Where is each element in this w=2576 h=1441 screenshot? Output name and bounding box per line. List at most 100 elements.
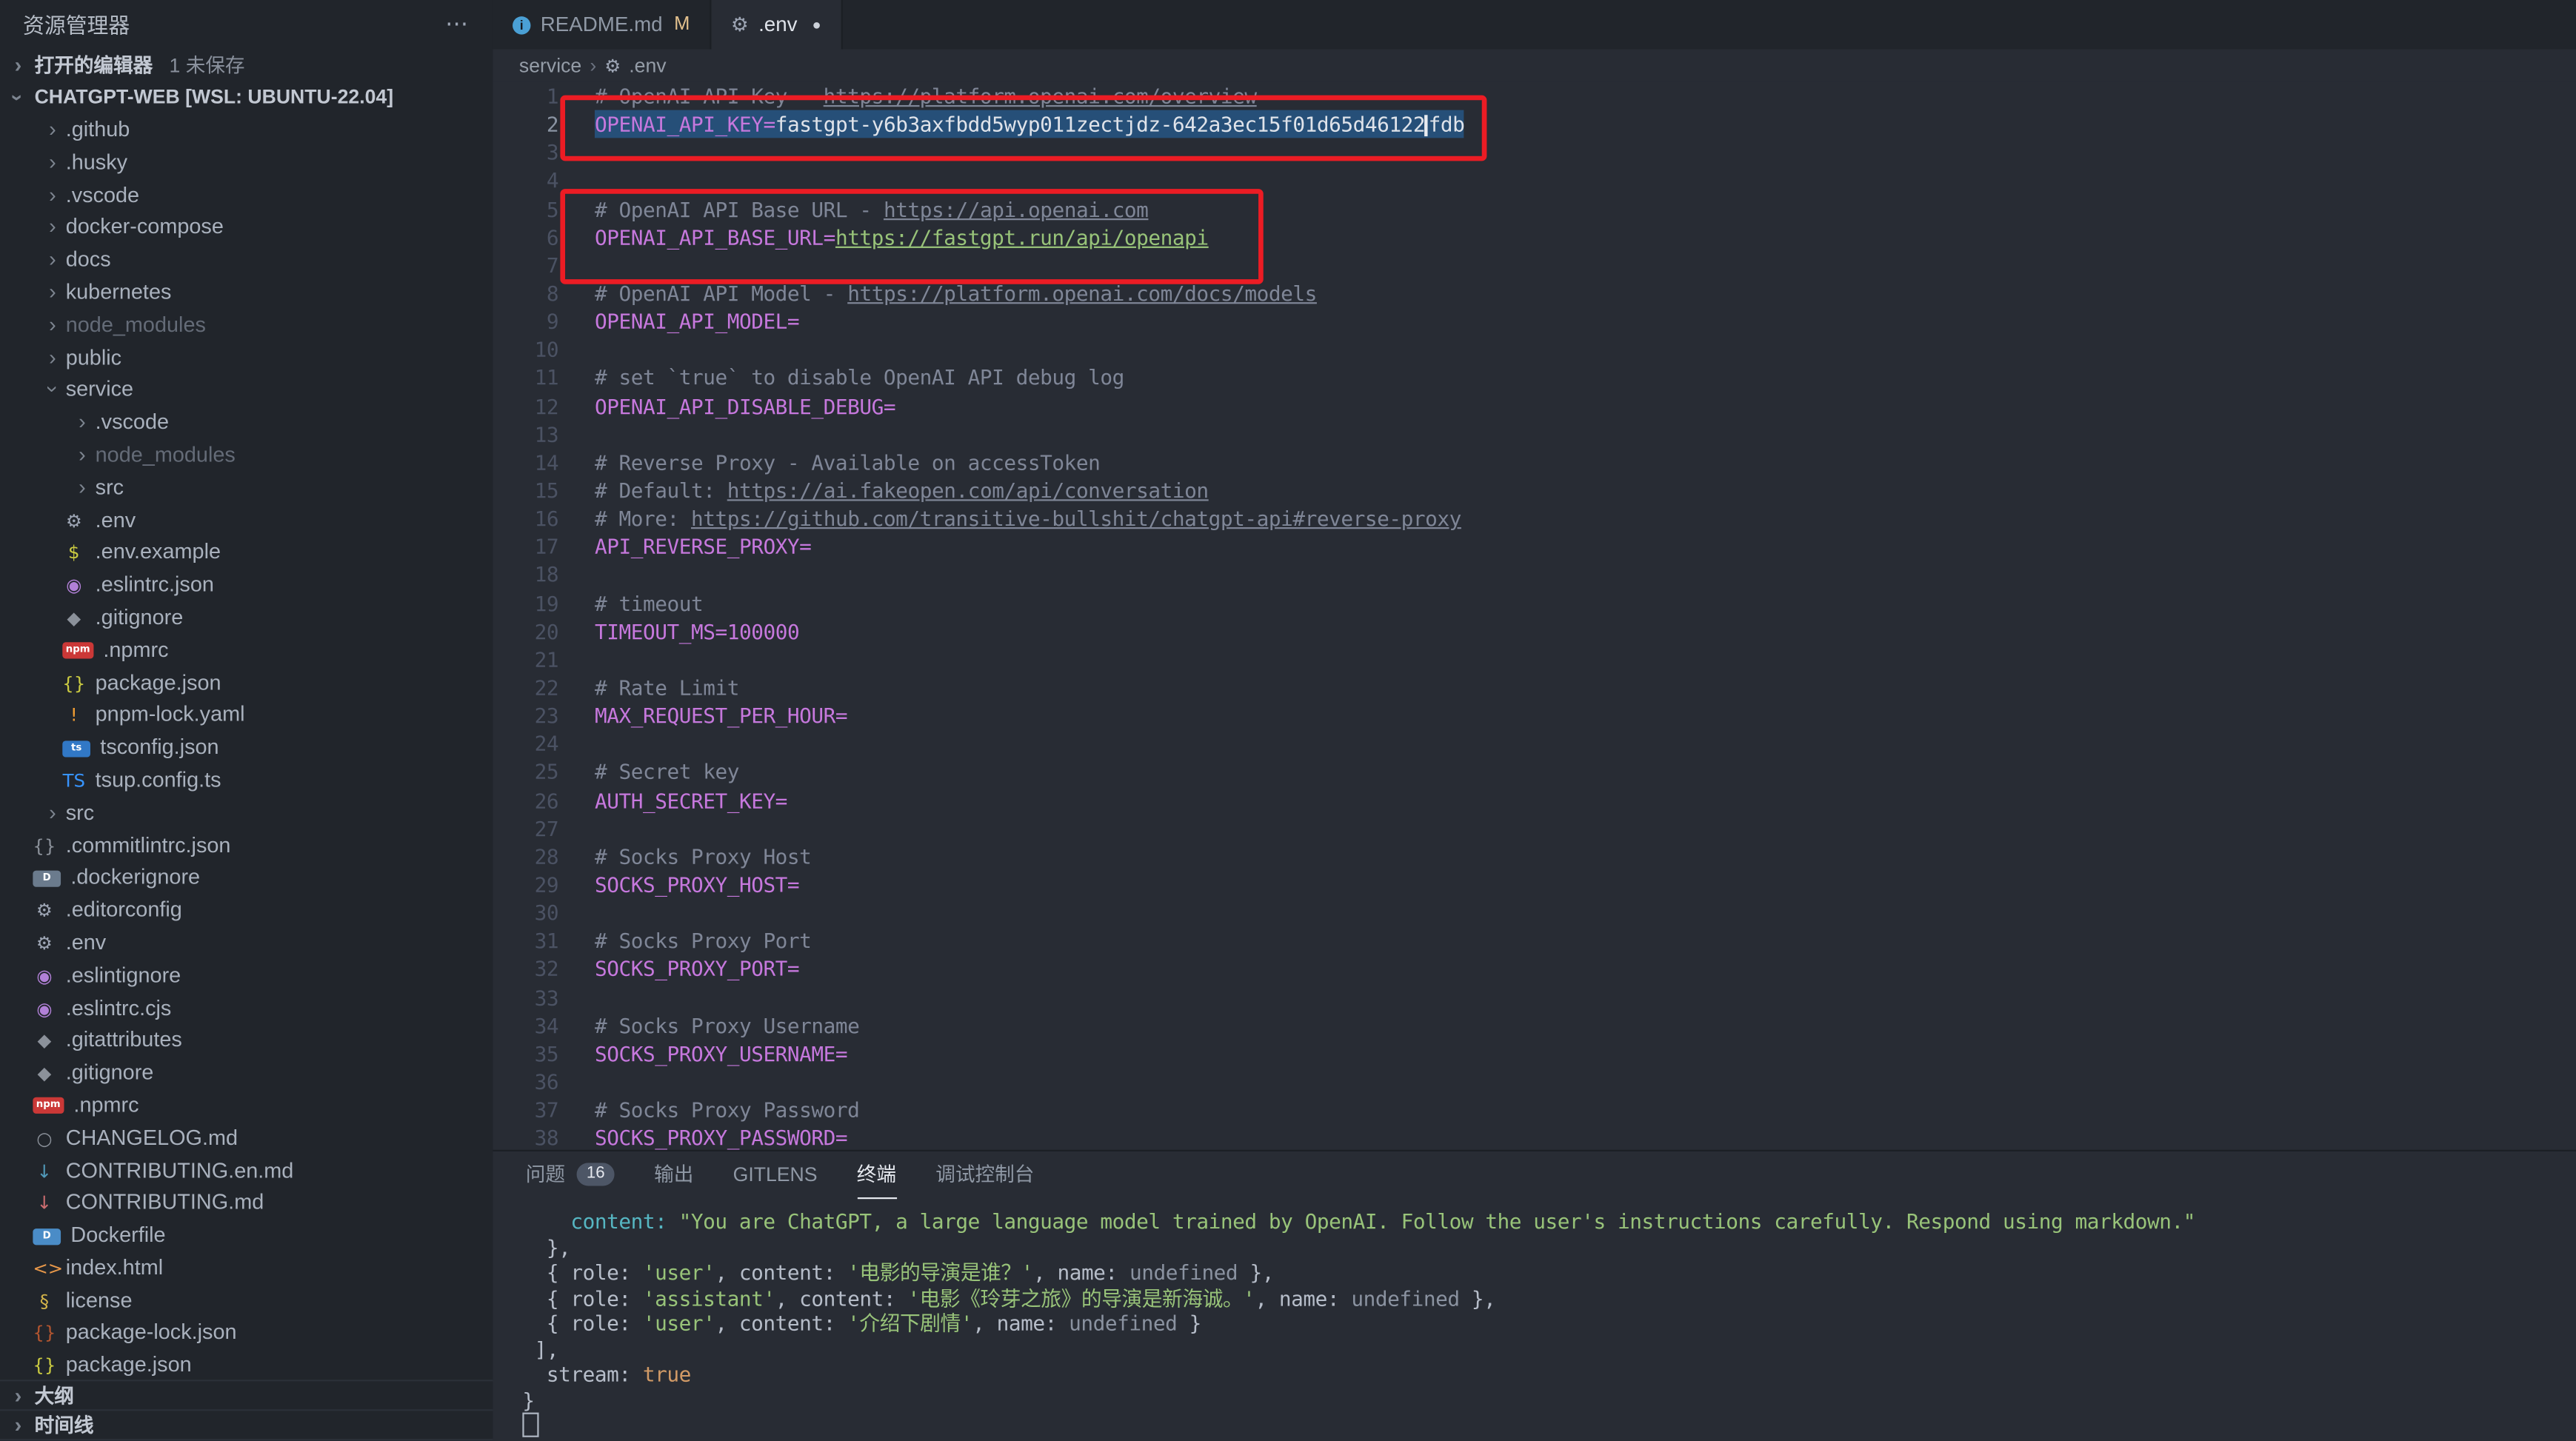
code-line[interactable]: 20TIMEOUT_MS=100000 — [493, 617, 2576, 645]
code-line[interactable]: 16# More: https://github.com/transitive-… — [493, 504, 2576, 532]
tree-item-public[interactable]: ›public — [0, 341, 493, 373]
code-line[interactable]: 33 — [493, 983, 2576, 1012]
tree-item-contributing-md[interactable]: ↓CONTRIBUTING.md — [0, 1186, 493, 1219]
code-line[interactable]: 27 — [493, 814, 2576, 842]
code-line[interactable]: 7 — [493, 251, 2576, 279]
code-line[interactable]: 18 — [493, 561, 2576, 589]
unsaved-dot-icon[interactable]: ● — [812, 16, 821, 33]
chevron-right-icon: › — [39, 309, 65, 341]
tree-item-eslintrc-cjs[interactable]: ◉.eslintrc.cjs — [0, 992, 493, 1024]
tree-item-env-example[interactable]: $.env.example — [0, 536, 493, 569]
code-line[interactable]: 13 — [493, 420, 2576, 448]
code-line[interactable]: 2OPENAI_API_KEY=fastgpt-y6b3axfbdd5wyp01… — [493, 110, 2576, 138]
panel-tab-[interactable]: 问题16 — [526, 1151, 615, 1198]
tree-item-package-json[interactable]: {}package.json — [0, 666, 493, 699]
panel-tab-[interactable]: 调试控制台 — [935, 1151, 1034, 1198]
code-line[interactable]: 3 — [493, 138, 2576, 167]
code-line[interactable]: 17API_REVERSE_PROXY= — [493, 532, 2576, 561]
code-line[interactable]: 22# Rate Limit — [493, 673, 2576, 701]
code-line[interactable]: 12OPENAI_API_DISABLE_DEBUG= — [493, 392, 2576, 420]
terminal-token: '电影的导演是谁？' — [847, 1260, 1033, 1284]
tree-item-dockerfile[interactable]: DDockerfile — [0, 1219, 493, 1251]
tree-item-contributing-en-md[interactable]: ↓CONTRIBUTING.en.md — [0, 1154, 493, 1186]
panel-tab-[interactable]: 终端 — [857, 1151, 896, 1198]
tree-item-docker-compose[interactable]: ›docker-compose — [0, 211, 493, 244]
commitlintrc-json-icon: {} — [33, 830, 56, 863]
tree-item-gitignore[interactable]: ◆.gitignore — [0, 1056, 493, 1089]
code-line[interactable]: 10 — [493, 335, 2576, 364]
tree-item-changelog-md[interactable]: ○CHANGELOG.md — [0, 1121, 493, 1154]
terminal[interactable]: content: "You are ChatGPT, a large langu… — [493, 1197, 2576, 1440]
tree-item-gitattributes[interactable]: ◆.gitattributes — [0, 1024, 493, 1057]
code-line[interactable]: 4 — [493, 167, 2576, 195]
code-line[interactable]: 14# Reverse Proxy - Available on accessT… — [493, 448, 2576, 476]
tree-item-node-modules[interactable]: ›node_modules — [0, 438, 493, 471]
code-line[interactable]: 35SOCKS_PROXY_USERNAME= — [493, 1040, 2576, 1068]
code-line[interactable]: 38SOCKS_PROXY_PASSWORD= — [493, 1124, 2576, 1150]
code-line[interactable]: 1# OpenAI API Key - https://platform.ope… — [493, 82, 2576, 110]
code-line[interactable]: 23MAX_REQUEST_PER_HOUR= — [493, 701, 2576, 729]
code-line[interactable]: 21 — [493, 645, 2576, 673]
code-line[interactable]: 29SOCKS_PROXY_HOST= — [493, 870, 2576, 898]
tree-item-env[interactable]: ⚙.env — [0, 926, 493, 959]
breadcrumb[interactable]: service › ⚙ .env — [493, 50, 2576, 82]
tree-item-pnpm-lock-yaml[interactable]: !pnpm-lock.yaml — [0, 698, 493, 731]
line-number: 28 — [493, 842, 558, 870]
project-section[interactable]: › CHATGPT-WEB [WSL: UBUNTU-22.04] — [0, 81, 493, 113]
tree-item-vscode[interactable]: ›.vscode — [0, 178, 493, 211]
outline-section[interactable]: › 大纲 — [0, 1381, 493, 1411]
tree-item-tsconfig-json[interactable]: tstsconfig.json — [0, 731, 493, 763]
tree-item-package-json[interactable]: {}package.json — [0, 1349, 493, 1380]
code-line[interactable]: 37# Socks Proxy Password — [493, 1096, 2576, 1124]
tree-item-eslintignore[interactable]: ◉.eslintignore — [0, 959, 493, 992]
code-line[interactable]: 6OPENAI_API_BASE_URL=https://fastgpt.run… — [493, 223, 2576, 251]
tree-item-gitignore[interactable]: ◆.gitignore — [0, 601, 493, 634]
tree-item-service[interactable]: ›service — [0, 373, 493, 406]
tab-readme-md[interactable]: iREADME.mdM — [493, 0, 711, 50]
tree-item-commitlintrc-json[interactable]: {}.commitlintrc.json — [0, 829, 493, 861]
tree-item-index-html[interactable]: <>index.html — [0, 1251, 493, 1284]
code-line[interactable]: 32SOCKS_PROXY_PORT= — [493, 955, 2576, 983]
breadcrumb-folder[interactable]: service — [519, 54, 581, 77]
more-actions-icon[interactable]: ⋯ — [445, 10, 470, 38]
code-line[interactable]: 9OPENAI_API_MODEL= — [493, 307, 2576, 335]
tree-item-package-lock-json[interactable]: {}package-lock.json — [0, 1317, 493, 1349]
code-line[interactable]: 11# set `true` to disable OpenAI API deb… — [493, 364, 2576, 392]
tree-item-eslintrc-json[interactable]: ◉.eslintrc.json — [0, 569, 493, 601]
code-line[interactable]: 24 — [493, 729, 2576, 758]
code-line[interactable]: 31# Socks Proxy Port — [493, 926, 2576, 954]
code-line[interactable]: 15# Default: https://ai.fakeopen.com/api… — [493, 476, 2576, 504]
code-line[interactable]: 30 — [493, 898, 2576, 926]
code-line[interactable]: 28# Socks Proxy Host — [493, 842, 2576, 870]
tree-item-dockerignore[interactable]: D.dockerignore — [0, 861, 493, 894]
code-line[interactable]: 26AUTH_SECRET_KEY= — [493, 786, 2576, 814]
breadcrumb-file[interactable]: .env — [629, 54, 666, 77]
code-line[interactable]: 8# OpenAI API Model - https://platform.o… — [493, 279, 2576, 307]
tree-item-kubernetes[interactable]: ›kubernetes — [0, 276, 493, 309]
tree-item-npmrc[interactable]: npm.npmrc — [0, 1089, 493, 1121]
tree-item-vscode[interactable]: ›.vscode — [0, 406, 493, 438]
code-line[interactable]: 25# Secret key — [493, 758, 2576, 786]
open-editors-section[interactable]: › 打开的编辑器 1 未保存 — [0, 47, 493, 80]
tree-item-license[interactable]: §license — [0, 1284, 493, 1317]
tree-item-npmrc[interactable]: npm.npmrc — [0, 634, 493, 666]
code-line[interactable]: 34# Socks Proxy Username — [493, 1012, 2576, 1040]
tree-item-editorconfig[interactable]: ⚙.editorconfig — [0, 894, 493, 926]
code-line[interactable]: 5# OpenAI API Base URL - https://api.ope… — [493, 195, 2576, 223]
tree-item-node-modules[interactable]: ›node_modules — [0, 309, 493, 341]
code-line[interactable]: 19# timeout — [493, 589, 2576, 617]
tree-item-tsup-config-ts[interactable]: TStsup.config.ts — [0, 763, 493, 796]
tree-item-src[interactable]: ›src — [0, 796, 493, 829]
code-editor[interactable]: 1# OpenAI API Key - https://platform.ope… — [493, 82, 2576, 1150]
tree-item-docs[interactable]: ›docs — [0, 244, 493, 276]
package-lock-json-icon: {} — [33, 1318, 56, 1351]
code-line[interactable]: 36 — [493, 1068, 2576, 1096]
tree-item-src[interactable]: ›src — [0, 471, 493, 504]
tab-env[interactable]: ⚙.env● — [711, 0, 842, 50]
tree-item-husky[interactable]: ›.husky — [0, 146, 493, 178]
tree-item-github[interactable]: ›.github — [0, 113, 493, 146]
timeline-section[interactable]: › 时间线 — [0, 1411, 493, 1440]
panel-tab-[interactable]: 输出 — [654, 1151, 693, 1198]
tree-item-env[interactable]: ⚙.env — [0, 504, 493, 536]
panel-tab-gitlens[interactable]: GITLENS — [733, 1151, 818, 1198]
